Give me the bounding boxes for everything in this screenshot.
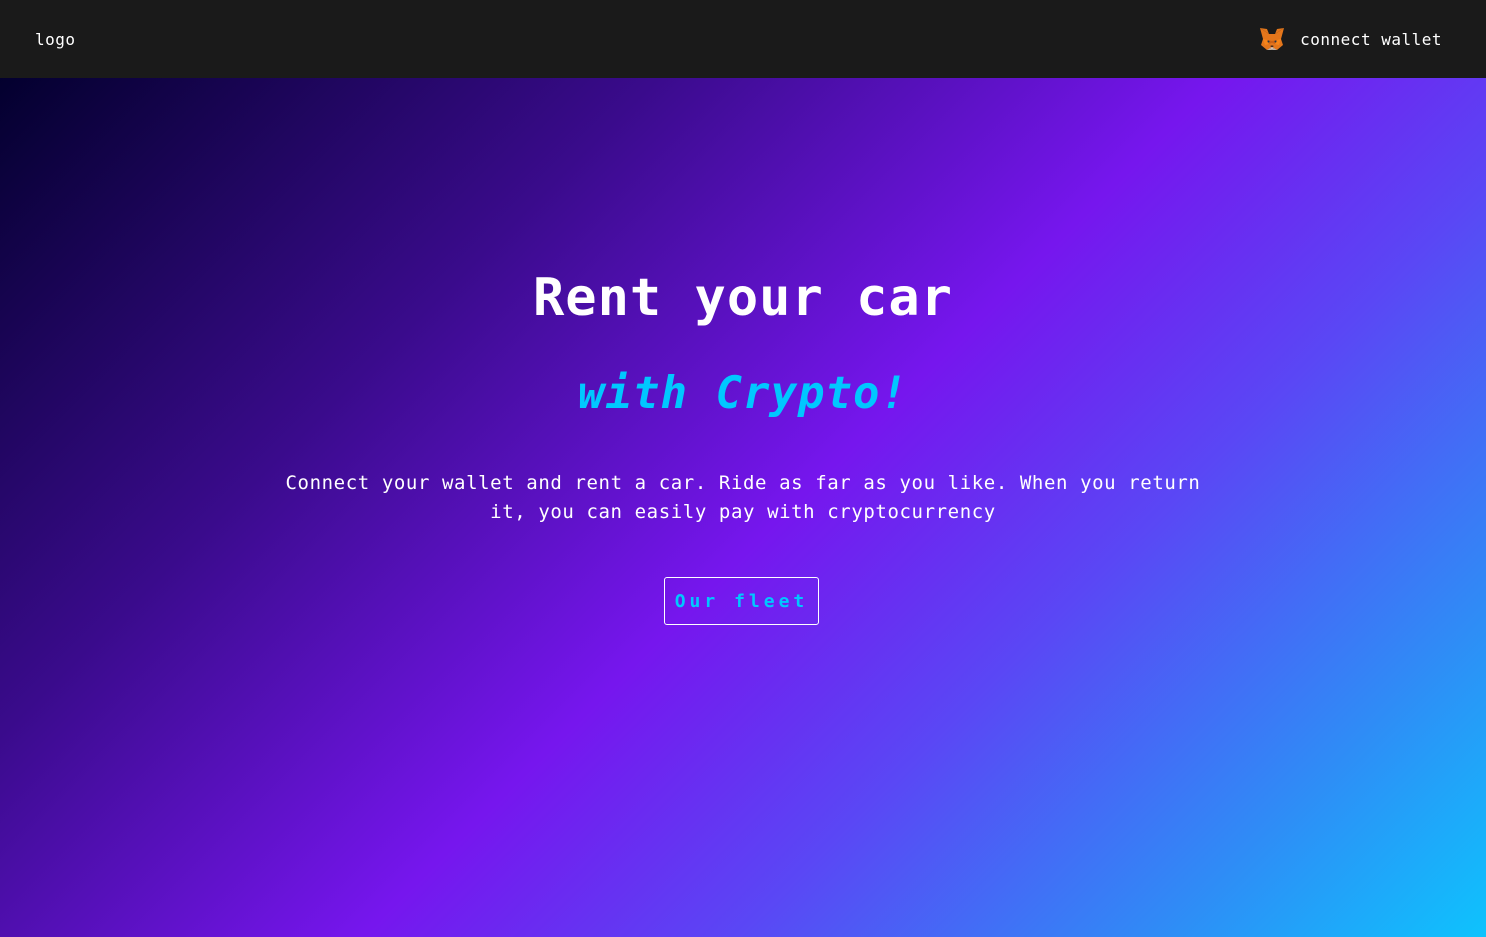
hero-subtitle: with Crypto! bbox=[578, 368, 908, 419]
connect-wallet-button[interactable]: connect wallet bbox=[1258, 25, 1442, 53]
logo[interactable]: logo bbox=[35, 30, 76, 49]
our-fleet-button[interactable]: Our fleet bbox=[664, 577, 819, 625]
hero-description: Connect your wallet and rent a car. Ride… bbox=[285, 472, 1201, 523]
hero-section: Rent your car with Crypto! Connect your … bbox=[0, 78, 1486, 937]
hero-title: Rent your car bbox=[533, 268, 953, 328]
navbar: logo connect wallet bbox=[0, 0, 1486, 78]
connect-wallet-label: connect wallet bbox=[1300, 29, 1442, 49]
metamask-fox-icon bbox=[1258, 25, 1286, 53]
